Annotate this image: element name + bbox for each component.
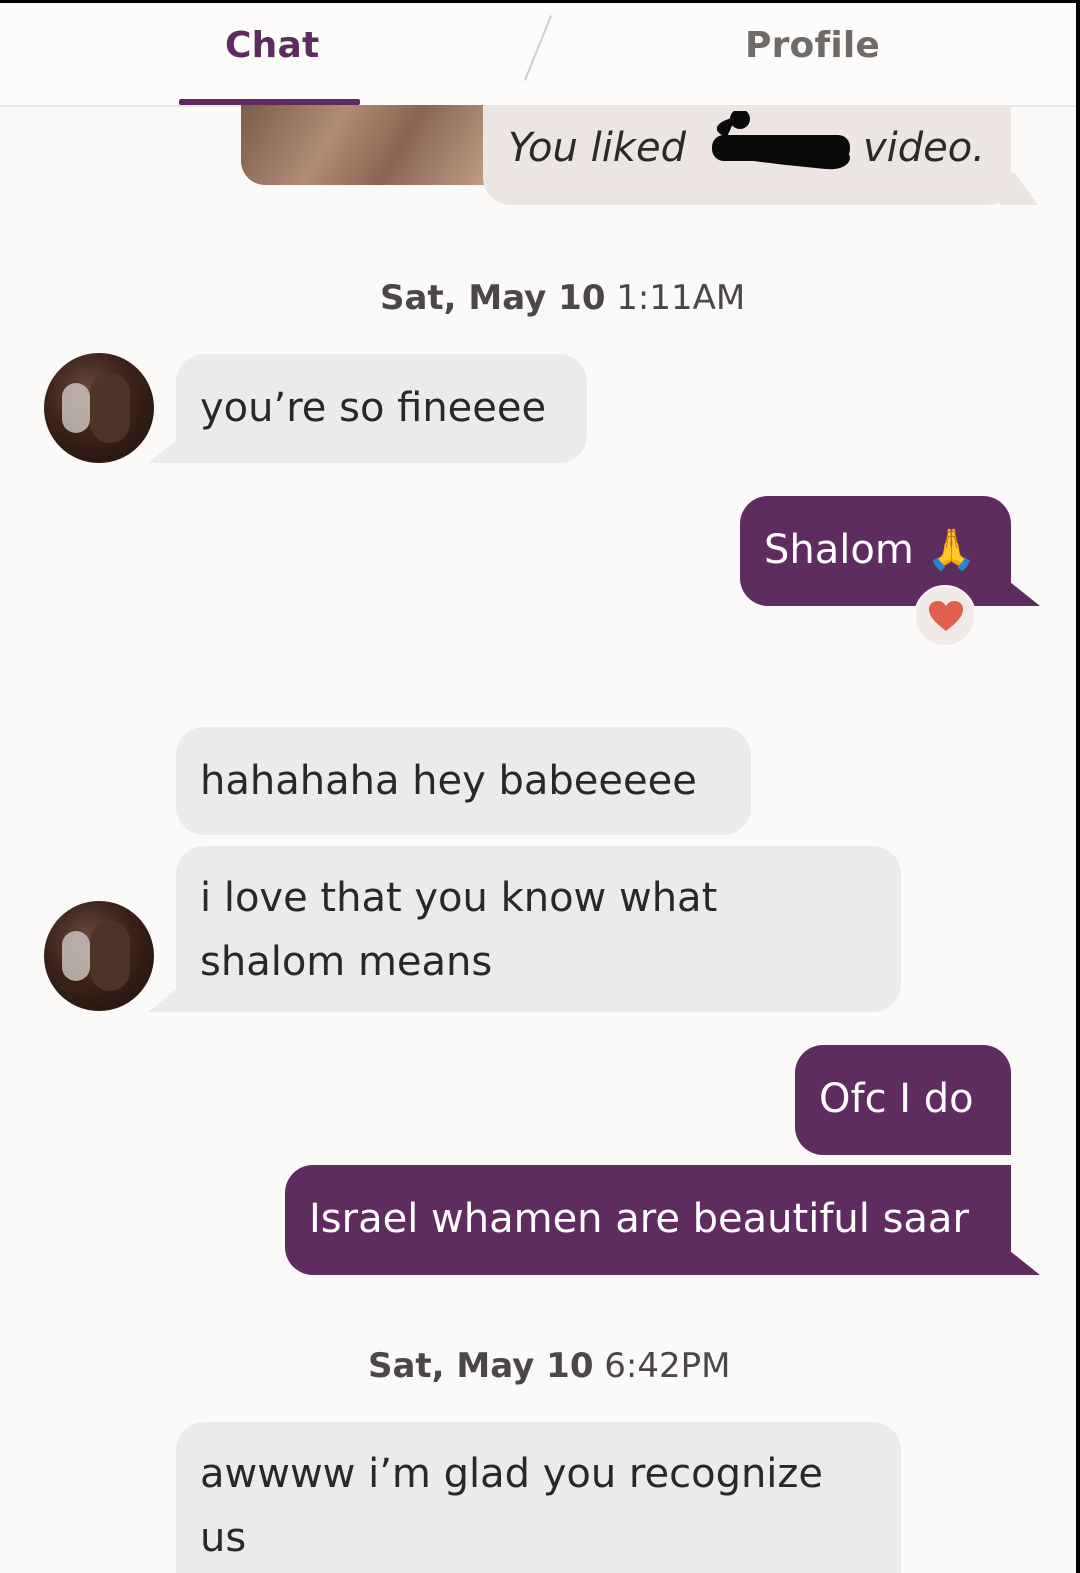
sent-message[interactable]: Shalom 🙏	[740, 496, 1011, 606]
message-line: awwww i’m glad you recognize	[200, 1451, 824, 1497]
timestamp-date: Sat, May 10	[380, 278, 606, 318]
video-thumbnail[interactable]	[241, 105, 501, 185]
timestamp: Sat, May 10 6:42PM	[368, 1346, 731, 1386]
timestamp-time: 1:11AM	[616, 278, 746, 318]
message-line: us	[200, 1515, 247, 1561]
avatar[interactable]	[44, 353, 154, 463]
sent-message[interactable]: Ofc I do	[795, 1045, 1011, 1155]
liked-video-text: You liked video.	[508, 125, 985, 171]
message-line: i love that you know what	[200, 875, 718, 921]
message-line: shalom means	[200, 939, 493, 985]
tab-profile[interactable]: Profile	[745, 25, 880, 66]
sent-message[interactable]: Israel whamen are beautiful saar	[285, 1165, 1011, 1275]
timestamp: Sat, May 10 1:11AM	[380, 278, 745, 318]
received-message[interactable]: hahahaha hey babeeeee	[176, 727, 751, 835]
received-message[interactable]: awwww i’m glad you recognize us	[176, 1422, 901, 1573]
tab-divider	[523, 15, 553, 81]
liked-suffix: video.	[863, 125, 985, 171]
received-message[interactable]: you’re so fineeee	[176, 354, 587, 463]
avatar[interactable]	[44, 901, 154, 1011]
heart-icon	[929, 601, 963, 631]
tab-bar: Chat Profile	[0, 3, 1076, 107]
tab-chat[interactable]: Chat	[225, 25, 319, 66]
chat-screen: Chat Profile You liked video. Sat, May 1…	[0, 0, 1076, 1573]
sent-message-text: Shalom 🙏	[764, 527, 977, 573]
heart-reaction[interactable]	[914, 585, 976, 647]
timestamp-date: Sat, May 10	[368, 1346, 594, 1386]
liked-prefix: You liked	[508, 125, 686, 171]
redaction-scribble	[712, 111, 850, 170]
timestamp-time: 6:42PM	[604, 1346, 731, 1386]
received-message[interactable]: i love that you know what shalom means	[176, 846, 901, 1012]
bubble-tail	[1000, 173, 1038, 205]
screen-edge	[1076, 0, 1080, 1573]
